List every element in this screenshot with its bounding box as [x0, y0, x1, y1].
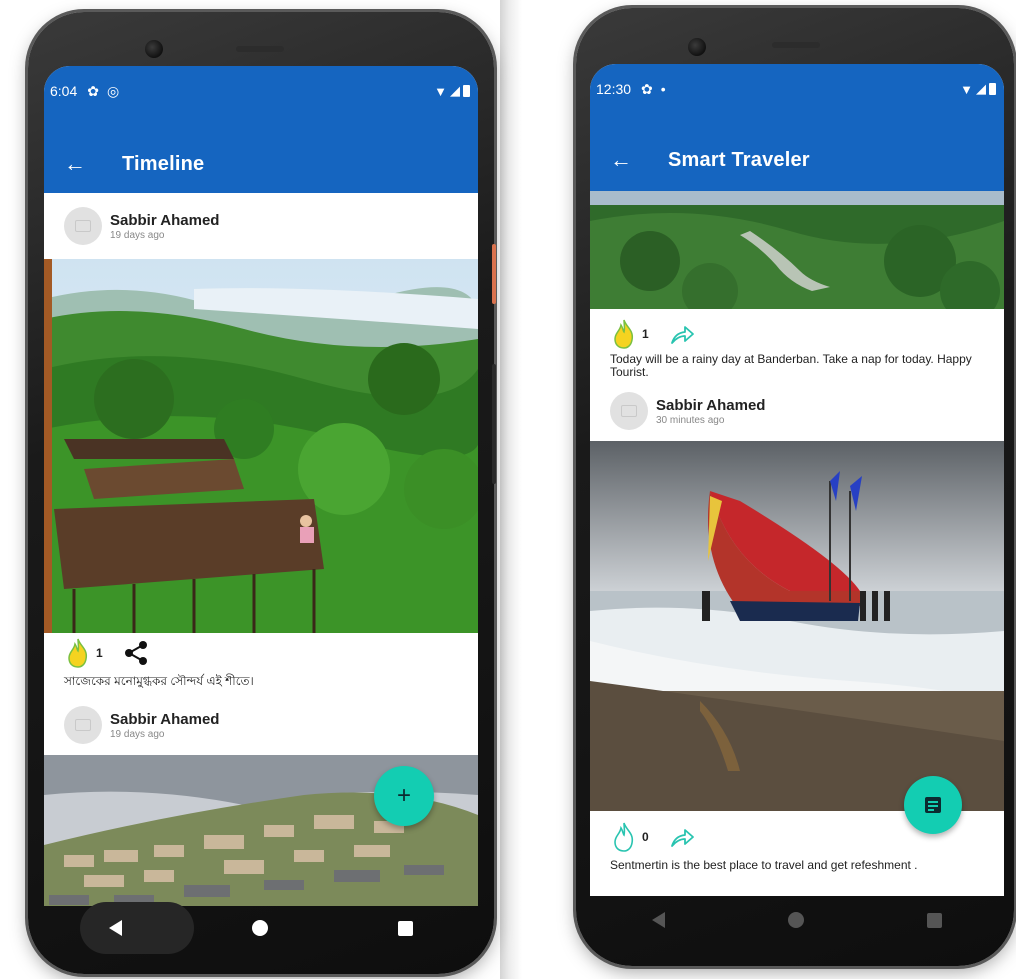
post-time: 30 minutes ago — [656, 414, 725, 426]
post-caption: সাজেকের মনোমুগ্ধকর সৌন্দর্য এই শীতে। — [44, 673, 478, 695]
boat-on-beach-image — [590, 441, 1004, 811]
status-bar: 6:04 ✿ ◎ ▼ ◢ — [44, 66, 478, 116]
gear-icon: ✿ — [641, 80, 653, 97]
background-divider — [500, 0, 522, 979]
like-count: 0 — [642, 830, 649, 844]
flame-like-icon[interactable] — [66, 638, 90, 668]
back-arrow-icon[interactable]: ← — [610, 149, 632, 171]
status-indicators: ▼ ◢ — [960, 81, 996, 97]
nav-recents-icon[interactable] — [398, 920, 413, 936]
image-placeholder-icon — [75, 719, 91, 731]
toolbar: ← Timeline — [44, 144, 478, 184]
status-bar: 12:30 ✿ • ▼ ◢ — [590, 64, 1004, 114]
side-button — [492, 244, 496, 304]
phone-timeline: 6:04 ✿ ◎ ▼ ◢ ← Timeline Sabbir Ahamed 19… — [28, 12, 496, 974]
post-photo[interactable] — [590, 441, 1004, 811]
wifi-icon: ▼ — [960, 81, 973, 97]
earpiece-speaker — [772, 42, 820, 48]
screen: 12:30 ✿ • ▼ ◢ ← Smart Traveler 1 Today w… — [590, 64, 1004, 896]
river-valley-image — [590, 191, 1004, 309]
post-photo[interactable] — [44, 259, 478, 633]
nav-back-icon[interactable] — [109, 920, 122, 936]
note-fab-button[interactable] — [904, 776, 962, 834]
page-title: Smart Traveler — [668, 148, 810, 171]
screen: 6:04 ✿ ◎ ▼ ◢ ← Timeline Sabbir Ahamed 19… — [44, 66, 478, 906]
battery-icon — [989, 83, 996, 95]
app-bar: 12:30 ✿ • ▼ ◢ ← Smart Traveler — [590, 64, 1004, 191]
phone-smart-traveler: 12:30 ✿ • ▼ ◢ ← Smart Traveler 1 Today w… — [576, 8, 1014, 966]
like-count: 1 — [642, 327, 649, 341]
post-header[interactable]: Sabbir Ahamed 19 days ago — [44, 193, 478, 259]
circle-sync-icon: ◎ — [106, 82, 120, 99]
front-camera — [145, 40, 163, 58]
author-name[interactable]: Sabbir Ahamed — [110, 212, 219, 229]
wifi-icon: ▼ — [434, 83, 447, 99]
share-arrow-icon[interactable] — [669, 321, 695, 347]
avatar[interactable] — [64, 706, 102, 744]
status-time: 6:04 — [50, 83, 78, 99]
add-icon: + — [396, 782, 411, 809]
flame-outline-like-icon[interactable] — [612, 822, 636, 852]
post-time: 19 days ago — [110, 229, 165, 241]
post-photo[interactable] — [590, 191, 1004, 309]
post-actions: 1 — [44, 633, 478, 673]
back-arrow-icon[interactable]: ← — [64, 153, 86, 175]
nav-back-icon[interactable] — [651, 912, 665, 928]
avatar[interactable] — [610, 392, 648, 430]
toolbar: ← Smart Traveler — [590, 140, 1004, 180]
share-arrow-icon[interactable] — [669, 824, 695, 850]
volume-button — [492, 364, 496, 484]
author-name[interactable]: Sabbir Ahamed — [656, 397, 765, 414]
image-placeholder-icon — [621, 405, 637, 417]
navigation-bar — [44, 902, 478, 954]
nav-home-icon[interactable] — [787, 912, 804, 928]
like-count: 1 — [96, 646, 103, 660]
flame-like-icon[interactable] — [612, 319, 636, 349]
signal-icon: ◢ — [976, 81, 986, 96]
post-caption: Today will be a rainy day at Banderban. … — [590, 353, 1004, 381]
battery-icon — [463, 85, 470, 97]
author-name[interactable]: Sabbir Ahamed — [110, 711, 219, 728]
gear-icon: ✿ — [87, 82, 99, 99]
status-indicators: ▼ ◢ — [434, 83, 470, 99]
add-post-button[interactable]: + — [374, 766, 434, 826]
image-placeholder-icon — [75, 220, 91, 232]
note-icon — [925, 797, 941, 813]
nav-recents-icon[interactable] — [927, 912, 943, 928]
avatar[interactable] — [64, 207, 102, 245]
post-header[interactable]: Sabbir Ahamed 30 minutes ago — [590, 381, 1004, 441]
signal-icon: ◢ — [450, 83, 460, 98]
navigation-bar — [590, 898, 1004, 942]
share-icon[interactable] — [123, 640, 149, 666]
post-time: 19 days ago — [110, 728, 165, 740]
front-camera — [688, 38, 706, 56]
post-caption: Sentmertin is the best place to travel a… — [590, 855, 1004, 879]
dot-icon: • — [660, 81, 666, 97]
nav-home-icon[interactable] — [252, 920, 268, 936]
nav-back-pill — [80, 902, 194, 954]
app-bar: 6:04 ✿ ◎ ▼ ◢ ← Timeline — [44, 66, 478, 193]
post-header[interactable]: Sabbir Ahamed 19 days ago — [44, 695, 478, 755]
sajek-landscape-image — [44, 259, 478, 633]
status-time: 12:30 — [596, 81, 632, 97]
earpiece-speaker — [236, 46, 284, 52]
page-title: Timeline — [122, 152, 205, 175]
post-actions: 1 — [590, 309, 1004, 353]
